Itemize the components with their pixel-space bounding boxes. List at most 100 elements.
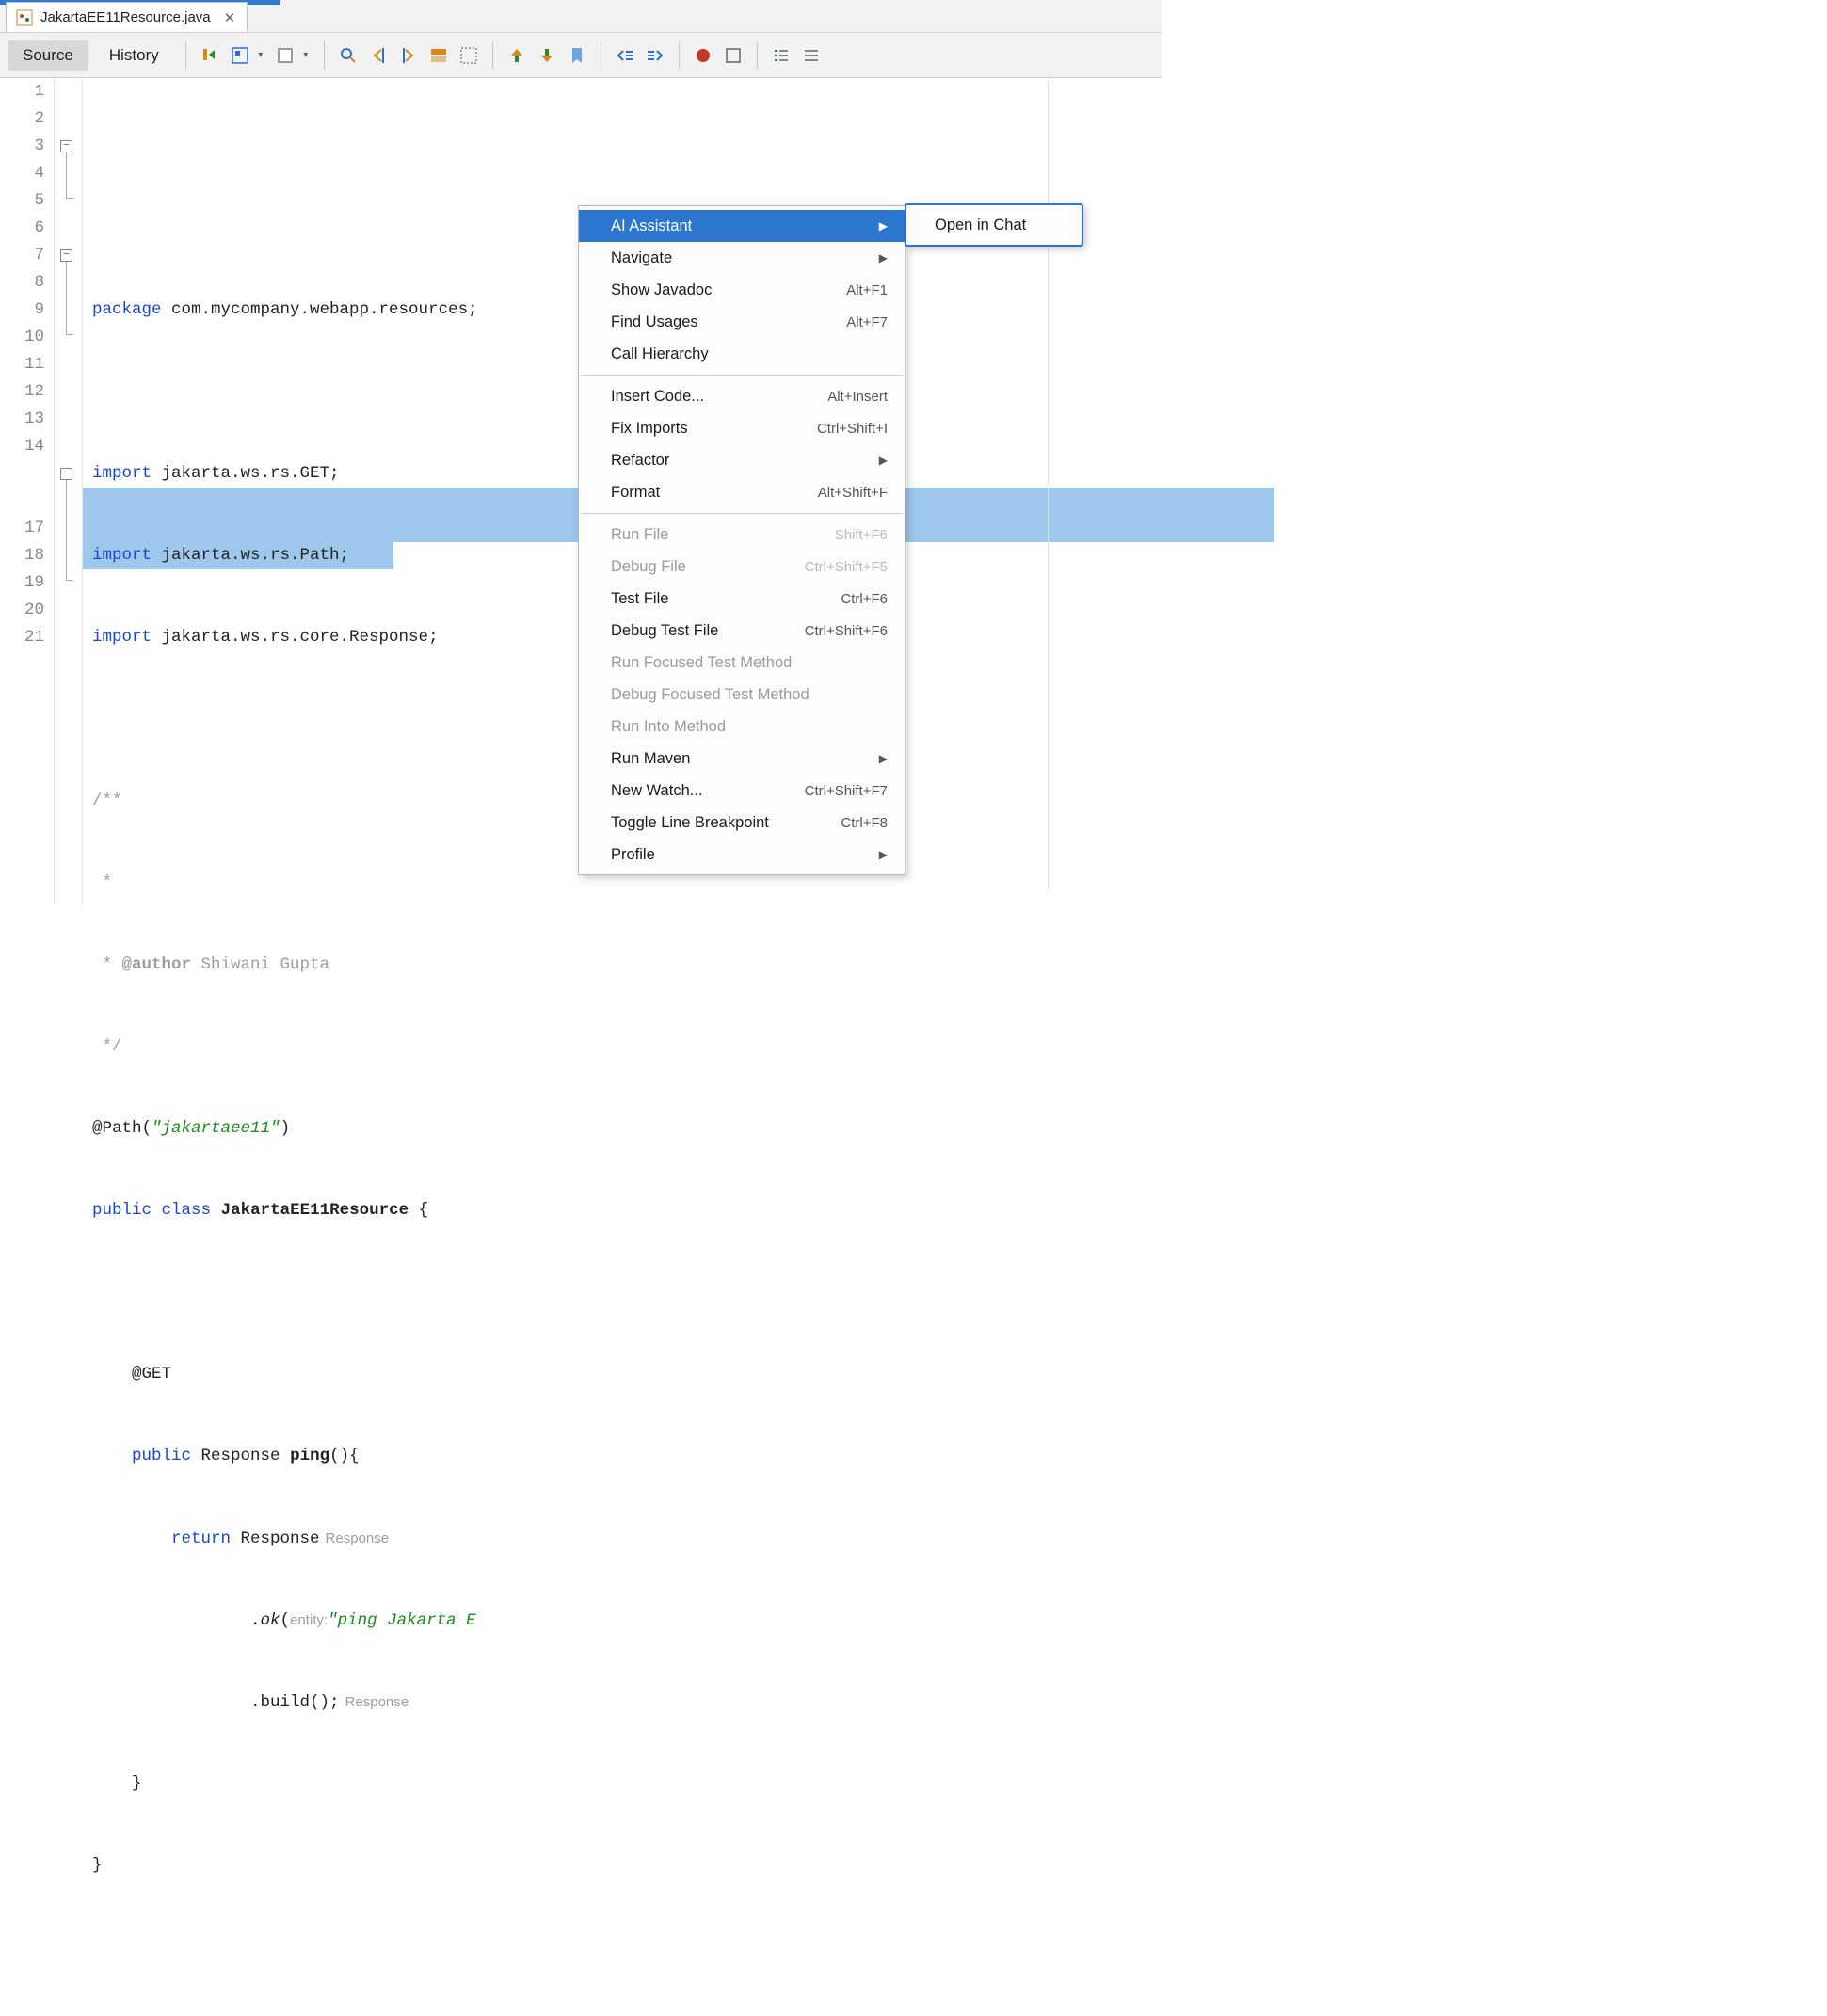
shift-left-icon[interactable] xyxy=(613,43,637,68)
previous-bookmark-icon[interactable] xyxy=(505,43,529,68)
line-number: 4 xyxy=(0,160,44,187)
uncomment-icon[interactable] xyxy=(799,43,824,68)
shift-right-icon[interactable] xyxy=(643,43,667,68)
java-file-icon xyxy=(16,9,33,26)
menu-item-ai-assistant[interactable]: AI Assistant▶ xyxy=(579,210,905,242)
menu-item-label: Find Usages xyxy=(611,313,698,331)
line-number: 20 xyxy=(0,597,44,624)
fold-toggle-icon[interactable]: − xyxy=(60,468,72,480)
toolbar-separator xyxy=(185,41,186,70)
menu-item-debug-focused-test-method: Debug Focused Test Method xyxy=(579,679,905,711)
menu-item-shortcut: Ctrl+Shift+I xyxy=(817,421,888,437)
find-previous-icon[interactable] xyxy=(366,43,391,68)
menu-item-label: Insert Code... xyxy=(611,388,704,406)
menu-item-new-watch[interactable]: New Watch...Ctrl+Shift+F7 xyxy=(579,775,905,807)
menu-item-shortcut: Alt+Shift+F xyxy=(818,485,888,501)
fold-toggle-icon[interactable]: − xyxy=(60,249,72,262)
ai-assistant-submenu[interactable]: Open in Chat xyxy=(905,203,1083,247)
menu-item-test-file[interactable]: Test File Ctrl+F6 xyxy=(579,583,905,615)
macro-record-icon[interactable] xyxy=(691,43,715,68)
menu-item-open-in-chat[interactable]: Open in Chat xyxy=(906,209,1082,241)
menu-item-shortcut: Ctrl+F6 xyxy=(841,591,888,607)
revert-icon[interactable] xyxy=(273,43,297,68)
line-number: 9 xyxy=(0,296,44,324)
close-tab-icon[interactable]: ✕ xyxy=(224,9,236,26)
find-next-icon[interactable] xyxy=(396,43,421,68)
menu-item-label: Debug File xyxy=(611,558,686,576)
toggle-bookmark-icon[interactable] xyxy=(565,43,589,68)
code-token: . xyxy=(92,1611,261,1630)
menu-item-show-javadoc[interactable]: Show JavadocAlt+F1 xyxy=(579,274,905,306)
menu-item-label: Run Focused Test Method xyxy=(611,654,792,672)
submenu-arrow-icon: ▶ xyxy=(879,752,888,765)
code-token: com.mycompany.webapp.resources; xyxy=(162,300,478,319)
code-token: ( xyxy=(280,1611,291,1630)
menu-item-fix-imports[interactable]: Fix ImportsCtrl+Shift+I xyxy=(579,412,905,444)
fold-guide xyxy=(66,152,67,198)
code-token: jakarta.ws.rs.core.Response; xyxy=(152,628,439,647)
menu-item-toggle-line-breakpoint[interactable]: Toggle Line BreakpointCtrl+F8 xyxy=(579,807,905,839)
code-token: @Path xyxy=(92,1119,142,1138)
inline-hint: Response xyxy=(340,1694,415,1710)
menu-item-find-usages[interactable]: Find UsagesAlt+F7 xyxy=(579,306,905,338)
revert-dropdown-icon[interactable]: ▾ xyxy=(301,50,311,60)
menu-separator xyxy=(581,513,903,514)
menu-item-label: Navigate xyxy=(611,249,672,267)
menu-item-label: Debug Focused Test Method xyxy=(611,686,809,704)
code-token: @GET xyxy=(92,1365,171,1384)
file-tab[interactable]: JakartaEE11Resource.java ✕ xyxy=(6,2,248,32)
find-selection-icon[interactable] xyxy=(336,43,361,68)
menu-separator xyxy=(581,375,903,376)
menu-item-run-maven[interactable]: Run Maven▶ xyxy=(579,743,905,775)
last-edit-icon[interactable] xyxy=(198,43,222,68)
editor-context-menu[interactable]: AI Assistant▶Navigate▶Show JavadocAlt+F1… xyxy=(578,205,905,875)
toggle-highlight-icon[interactable] xyxy=(426,43,451,68)
editor-toolbar: Source History ▾ ▾ xyxy=(0,33,1162,78)
menu-item-run-file: Run FileShift+F6 xyxy=(579,519,905,551)
line-number: 1 xyxy=(0,78,44,105)
fold-toggle-icon[interactable]: − xyxy=(60,140,72,152)
toggle-rectangular-icon[interactable] xyxy=(457,43,481,68)
source-view-tab[interactable]: Source xyxy=(8,40,88,71)
code-token: jakarta.ws.rs.GET; xyxy=(152,464,340,483)
menu-item-format[interactable]: FormatAlt+Shift+F xyxy=(579,476,905,508)
menu-item-shortcut: Alt+F1 xyxy=(846,282,888,298)
line-number xyxy=(0,460,44,488)
code-token: * xyxy=(92,955,122,974)
menu-item-shortcut: Ctrl+Shift+F5 xyxy=(805,559,888,575)
next-bookmark-icon[interactable] xyxy=(535,43,559,68)
code-token xyxy=(92,1447,132,1465)
line-number: 10 xyxy=(0,324,44,351)
fold-end xyxy=(66,580,73,581)
comment-icon[interactable] xyxy=(769,43,793,68)
code-token: package xyxy=(92,300,162,319)
menu-item-call-hierarchy[interactable]: Call Hierarchy xyxy=(579,338,905,370)
line-number: 7 xyxy=(0,242,44,269)
menu-item-label: Profile xyxy=(611,846,655,864)
code-token: import xyxy=(92,628,152,647)
code-token: JakartaEE11Resource xyxy=(221,1201,409,1220)
menu-item-debug-file: Debug File Ctrl+Shift+F5 xyxy=(579,551,905,583)
macro-stop-icon[interactable] xyxy=(721,43,745,68)
menu-item-label: Test File xyxy=(611,590,668,608)
code-token: */ xyxy=(92,1037,122,1056)
menu-item-run-focused-test-method: Run Focused Test Method xyxy=(579,647,905,679)
menu-item-insert-code[interactable]: Insert Code...Alt+Insert xyxy=(579,380,905,412)
line-number: 11 xyxy=(0,351,44,378)
menu-item-shortcut: Ctrl+F8 xyxy=(841,815,888,831)
toolbar-separator xyxy=(679,41,680,70)
code-token: Response xyxy=(231,1529,320,1548)
fold-end xyxy=(66,334,73,335)
menu-item-profile[interactable]: Profile▶ xyxy=(579,839,905,871)
line-number: 13 xyxy=(0,406,44,433)
line-number: 3 xyxy=(0,133,44,160)
menu-item-label: AI Assistant xyxy=(611,217,692,235)
diff-icon[interactable] xyxy=(228,43,252,68)
history-view-tab[interactable]: History xyxy=(94,40,174,71)
menu-item-navigate[interactable]: Navigate▶ xyxy=(579,242,905,274)
menu-item-shortcut: Shift+F6 xyxy=(835,527,888,543)
menu-item-refactor[interactable]: Refactor▶ xyxy=(579,444,905,476)
line-number: 18 xyxy=(0,542,44,569)
diff-dropdown-icon[interactable]: ▾ xyxy=(256,50,265,60)
menu-item-debug-test-file[interactable]: Debug Test FileCtrl+Shift+F6 xyxy=(579,615,905,647)
